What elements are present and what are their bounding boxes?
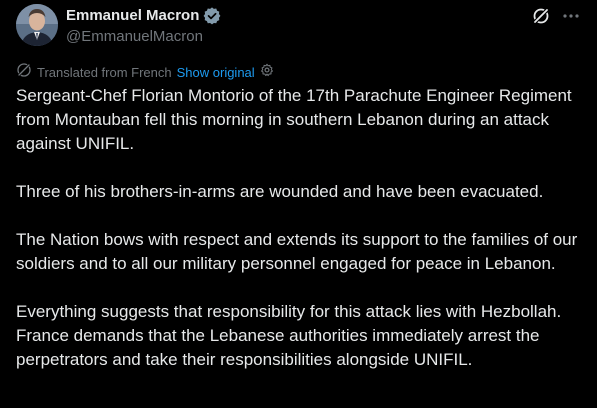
translation-bar: Translated from French Show original: [16, 62, 274, 83]
tweet-body: Sergeant-Chef Florian Montorio of the 17…: [16, 84, 581, 396]
handle[interactable]: @EmmanuelMacron: [66, 27, 221, 47]
more-icon[interactable]: [561, 6, 581, 26]
avatar[interactable]: [16, 4, 58, 46]
header-actions: [531, 6, 581, 26]
tweet-paragraph: Everything suggests that responsibility …: [16, 302, 562, 369]
settings-gear-icon[interactable]: [260, 63, 274, 82]
tweet-paragraph: Sergeant-Chef Florian Montorio of the 17…: [16, 86, 572, 153]
author-block: Emmanuel Macron @EmmanuelMacron: [66, 6, 221, 47]
display-name[interactable]: Emmanuel Macron: [66, 6, 199, 26]
grok-icon[interactable]: [531, 6, 551, 26]
name-row: Emmanuel Macron: [66, 6, 221, 26]
tweet-paragraph: The Nation bows with respect and extends…: [16, 230, 578, 273]
translate-icon: [16, 62, 32, 83]
tweet-paragraph: Three of his brothers-in-arms are wounde…: [16, 182, 544, 201]
tweet: Emmanuel Macron @EmmanuelMacron Translat…: [0, 0, 597, 408]
show-original-link[interactable]: Show original: [177, 64, 255, 82]
translated-label: Translated from French: [37, 64, 172, 80]
verified-badge-icon[interactable]: [203, 7, 221, 25]
avatar-image: [16, 4, 58, 46]
tweet-header: Emmanuel Macron @EmmanuelMacron: [16, 4, 581, 48]
